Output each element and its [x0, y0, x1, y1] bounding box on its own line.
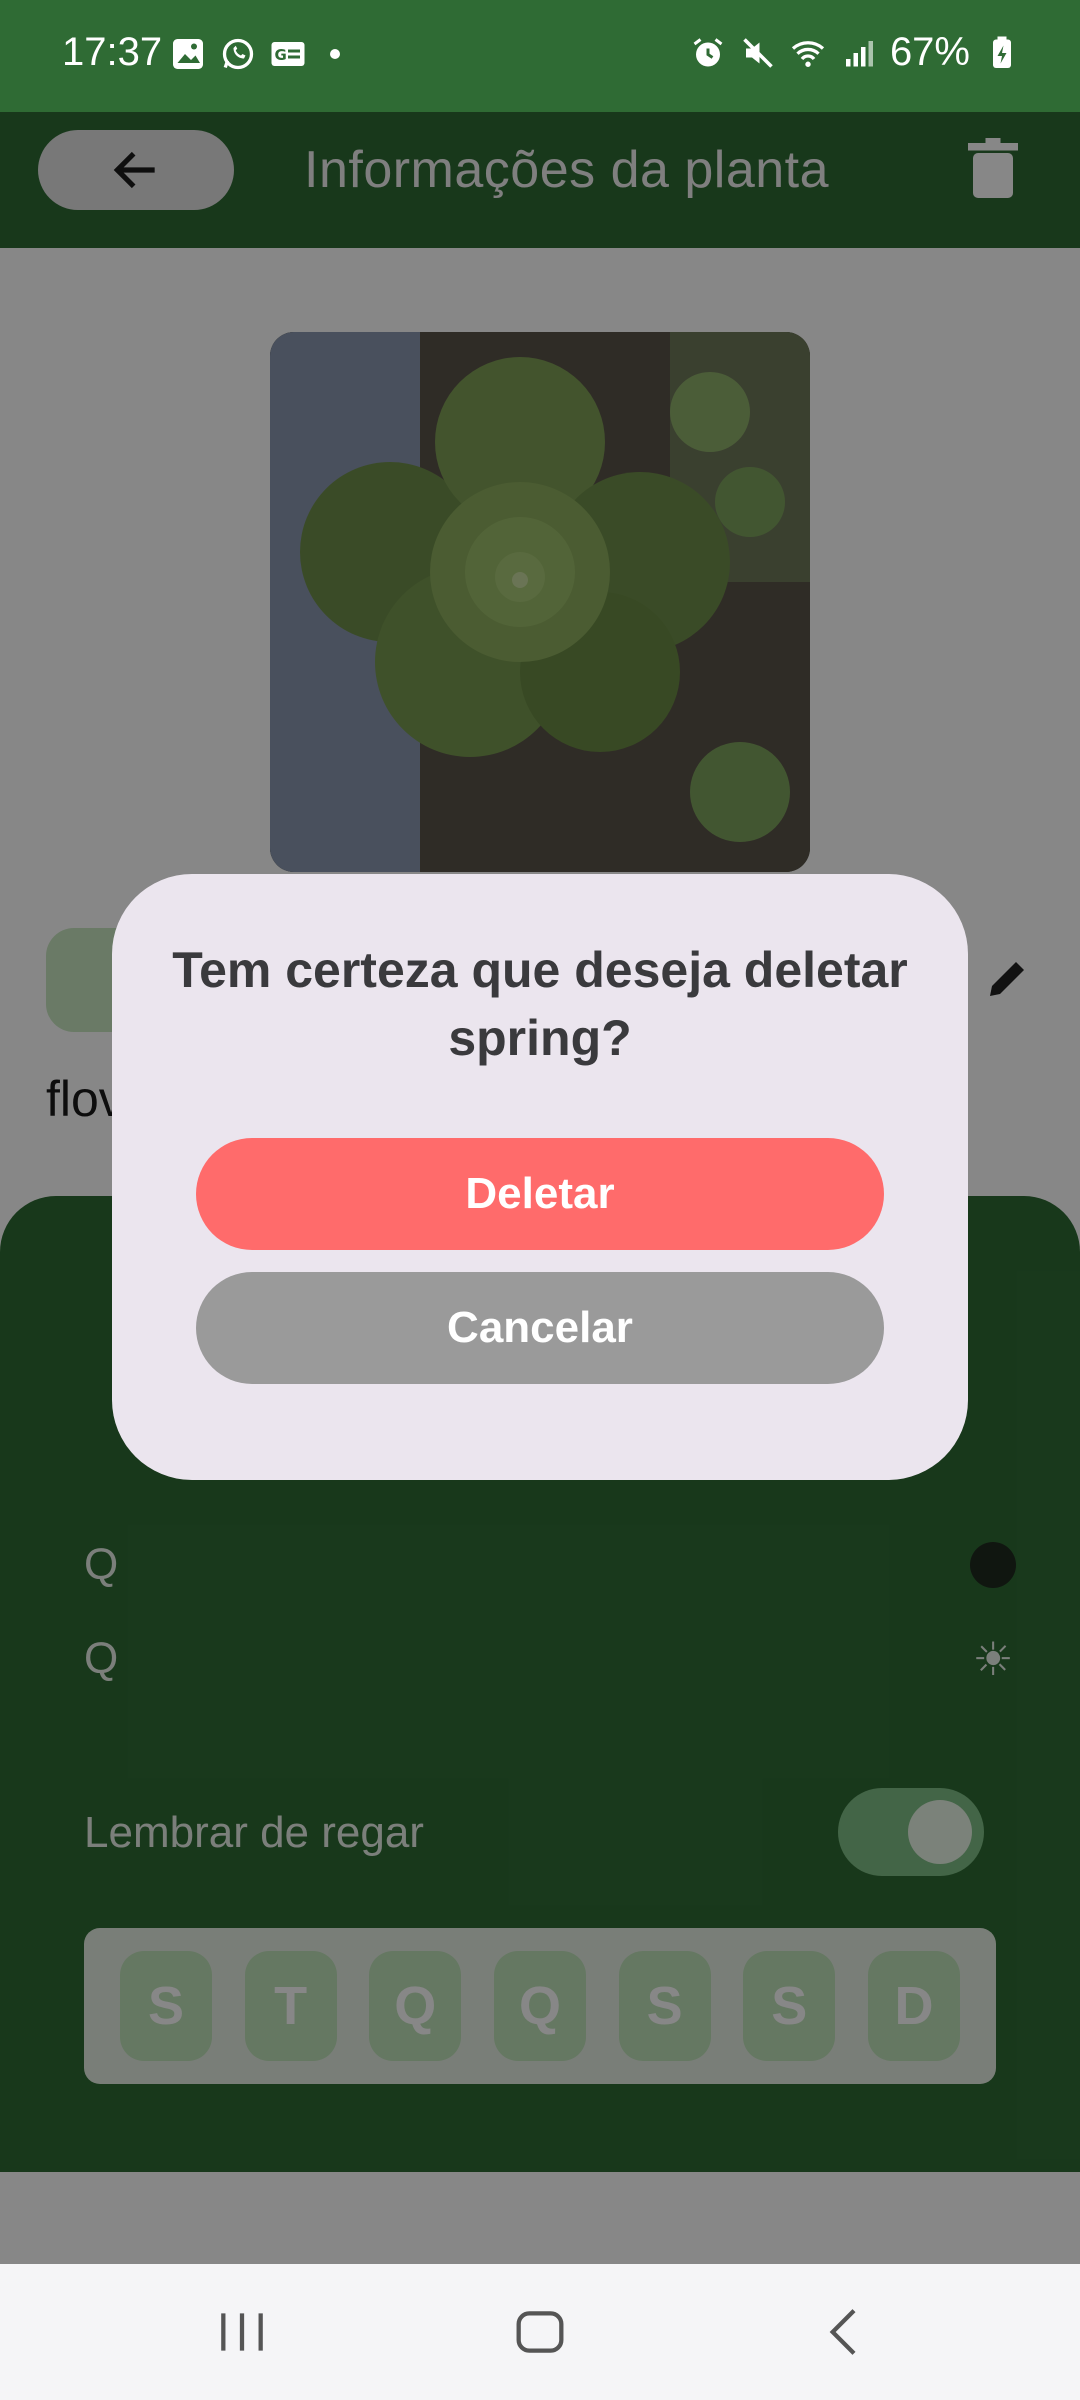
wifi-icon: [790, 35, 826, 71]
alarm-icon: [690, 35, 726, 71]
dialog-title: Tem certeza que deseja deletar spring?: [172, 942, 908, 1066]
system-nav-bar: [0, 2264, 1080, 2400]
recents-icon: [221, 2313, 263, 2351]
system-icons: 67%: [690, 30, 1020, 75]
confirm-delete-button[interactable]: Deletar: [196, 1138, 884, 1250]
mute-icon: [740, 35, 776, 71]
delete-confirm-dialog: Tem certeza que deseja deletar spring? D…: [112, 874, 968, 1480]
svg-text:G: G: [275, 46, 287, 64]
whatsapp-icon: [220, 36, 256, 72]
notification-dot: [330, 49, 340, 59]
status-time: 17:37: [62, 30, 163, 74]
home-icon: [516, 2311, 564, 2353]
card-icon: G: [270, 36, 306, 72]
status-bar: 17:37 G 67%: [0, 0, 1080, 112]
back-icon: [829, 2309, 856, 2355]
notification-icons: G: [170, 36, 340, 72]
recents-button[interactable]: [210, 2300, 274, 2364]
battery-icon: [984, 35, 1020, 71]
nav-back-button[interactable]: [814, 2300, 878, 2364]
signal-icon: [840, 35, 876, 71]
home-button[interactable]: [508, 2300, 572, 2364]
gallery-icon: [170, 36, 206, 72]
battery-percent: 67%: [889, 30, 970, 74]
cancel-button[interactable]: Cancelar: [196, 1272, 884, 1384]
